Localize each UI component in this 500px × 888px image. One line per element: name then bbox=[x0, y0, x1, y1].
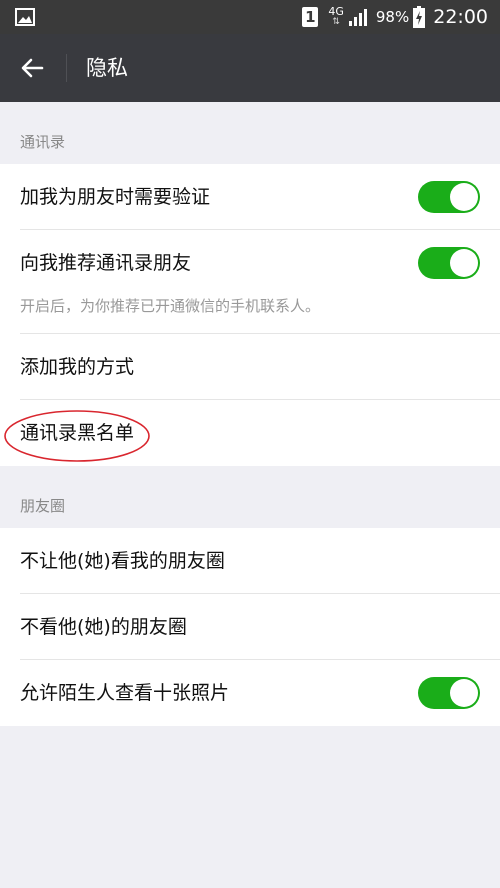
data-arrows-icon: ⇅ bbox=[332, 17, 340, 27]
battery-percent: 98% bbox=[375, 8, 410, 26]
setting-label: 添加我的方式 bbox=[20, 356, 135, 378]
battery-charging-icon bbox=[413, 6, 426, 28]
setting-label: 向我推荐通讯录朋友 bbox=[20, 252, 192, 274]
network-indicator: 4G ⇅ bbox=[328, 6, 344, 28]
app-toolbar: 隐私 bbox=[0, 34, 500, 102]
setting-hide-my-moments[interactable]: 不让他(她)看我的朋友圈 bbox=[0, 528, 500, 594]
toolbar-divider bbox=[66, 54, 67, 82]
toggle-knob bbox=[450, 679, 478, 707]
setting-label: 允许陌生人查看十张照片 bbox=[20, 682, 230, 704]
setting-description: 开启后，为你推荐已开通微信的手机联系人。 bbox=[20, 297, 321, 315]
network-type: 4G bbox=[328, 5, 344, 18]
setting-label: 加我为朋友时需要验证 bbox=[20, 186, 211, 208]
clock: 22:00 bbox=[433, 6, 488, 28]
strangers-view-toggle[interactable] bbox=[418, 677, 480, 709]
setting-label: 通讯录黑名单 bbox=[20, 422, 135, 444]
setting-label: 不看他(她)的朋友圈 bbox=[20, 616, 187, 638]
setting-ways-to-add-me[interactable]: 添加我的方式 bbox=[0, 334, 500, 400]
setting-contacts-blacklist[interactable]: 通讯录黑名单 bbox=[0, 400, 500, 466]
toggle-knob bbox=[450, 249, 478, 277]
page-title: 隐私 bbox=[86, 56, 128, 80]
setting-strangers-view-photos[interactable]: 允许陌生人查看十张照片 bbox=[0, 660, 500, 726]
image-icon bbox=[15, 8, 35, 26]
setting-verify-friend-requests[interactable]: 加我为朋友时需要验证 bbox=[0, 164, 500, 230]
back-button[interactable] bbox=[12, 48, 52, 88]
setting-recommend-contacts[interactable]: 向我推荐通讯录朋友 开启后，为你推荐已开通微信的手机联系人。 bbox=[0, 230, 500, 334]
section-header-moments: 朋友圈 bbox=[20, 497, 66, 515]
status-bar: 1 4G ⇅ 98% 22:00 bbox=[0, 0, 500, 34]
arrow-left-icon bbox=[21, 58, 44, 78]
section-header-contacts: 通讯录 bbox=[20, 133, 66, 151]
sim-slot-indicator: 1 bbox=[302, 7, 319, 27]
toggle-knob bbox=[450, 183, 478, 211]
moments-group: 不让他(她)看我的朋友圈 不看他(她)的朋友圈 允许陌生人查看十张照片 bbox=[0, 528, 500, 726]
recommend-contacts-toggle[interactable] bbox=[418, 247, 480, 279]
verify-friend-toggle[interactable] bbox=[418, 181, 480, 213]
contacts-group: 加我为朋友时需要验证 向我推荐通讯录朋友 开启后，为你推荐已开通微信的手机联系人… bbox=[0, 164, 500, 466]
setting-label: 不让他(她)看我的朋友圈 bbox=[20, 550, 225, 572]
signal-icon bbox=[348, 9, 367, 26]
setting-hide-their-moments[interactable]: 不看他(她)的朋友圈 bbox=[0, 594, 500, 660]
